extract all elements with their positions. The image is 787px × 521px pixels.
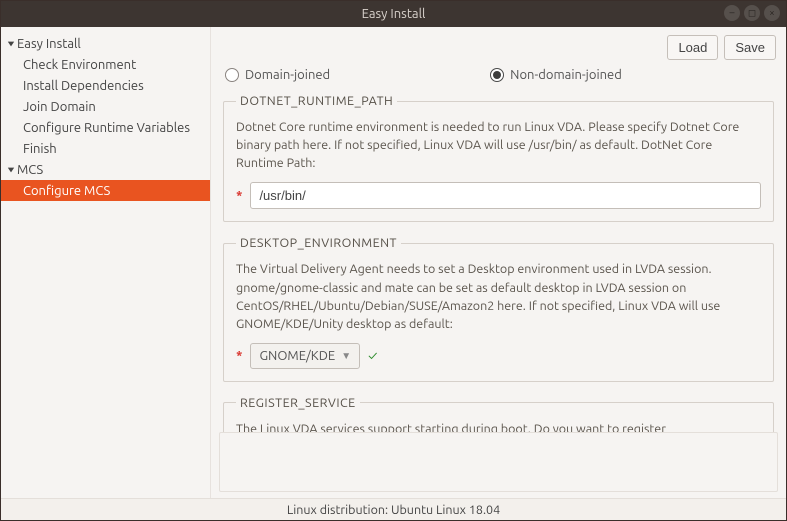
radio-unchecked-icon: [225, 68, 239, 82]
close-icon[interactable]: ×: [764, 5, 780, 21]
group-register-service: REGISTER_SERVICE The Linux VDA services …: [223, 396, 774, 432]
group-dotnet-runtime-path: DOTNET_RUNTIME_PATH Dotnet Core runtime …: [223, 94, 774, 222]
titlebar: Easy Install – ◻ ×: [1, 1, 786, 27]
group-legend: DOTNET_RUNTIME_PATH: [236, 94, 397, 108]
field-row: *: [236, 182, 761, 209]
maximize-icon[interactable]: ◻: [744, 5, 760, 21]
window-controls: – ◻ ×: [724, 5, 780, 21]
sidebar-group-label: MCS: [17, 163, 43, 177]
bottom-panel: [219, 432, 778, 492]
field-row: * GNOME/KDE ▼ ✓: [236, 343, 761, 369]
sidebar-group-mcs[interactable]: MCS: [1, 159, 210, 180]
group-desktop-environment: DESKTOP_ENVIRONMENT The Virtual Delivery…: [223, 236, 774, 382]
sidebar-item-label: Join Domain: [23, 100, 96, 114]
sidebar-item-label: Finish: [23, 142, 57, 156]
minimize-icon[interactable]: –: [724, 5, 740, 21]
toolbar: Load Save: [211, 27, 786, 64]
desktop-environment-dropdown[interactable]: GNOME/KDE ▼: [250, 343, 360, 369]
caret-down-icon: [7, 166, 17, 174]
group-description: The Virtual Delivery Agent needs to set …: [236, 260, 761, 333]
group-description: The Linux VDA services support starting …: [236, 420, 761, 432]
sidebar-item-label: Install Dependencies: [23, 79, 144, 93]
radio-checked-icon: [490, 68, 504, 82]
save-button[interactable]: Save: [724, 35, 776, 60]
status-bar: Linux distribution: Ubuntu Linux 18.04: [1, 498, 786, 520]
settings-scroll-area[interactable]: DOTNET_RUNTIME_PATH Dotnet Core runtime …: [211, 92, 786, 432]
chevron-down-icon: ▼: [341, 350, 351, 362]
radio-label: Non-domain-joined: [510, 68, 622, 82]
group-legend: DESKTOP_ENVIRONMENT: [236, 236, 401, 250]
sidebar-item-configure-mcs[interactable]: Configure MCS: [1, 180, 210, 201]
radio-domain-joined[interactable]: Domain-joined: [225, 68, 330, 82]
load-button[interactable]: Load: [667, 35, 718, 60]
sidebar-item-install-dependencies[interactable]: Install Dependencies: [1, 75, 210, 96]
content-pane: Load Save Domain-joined Non-domain-joine…: [210, 27, 786, 498]
dropdown-value: GNOME/KDE: [259, 349, 335, 363]
sidebar-item-label: Configure MCS: [23, 184, 110, 198]
dotnet-path-input[interactable]: [250, 182, 761, 209]
required-marker: *: [236, 189, 242, 203]
sidebar-item-finish[interactable]: Finish: [1, 138, 210, 159]
window-title: Easy Install: [362, 7, 426, 21]
radio-non-domain-joined[interactable]: Non-domain-joined: [490, 68, 622, 82]
group-description: Dotnet Core runtime environment is neede…: [236, 118, 761, 172]
sidebar-item-configure-runtime-variables[interactable]: Configure Runtime Variables: [1, 117, 210, 138]
main-area: Easy Install Check Environment Install D…: [1, 27, 786, 498]
sidebar-group-label: Easy Install: [17, 37, 81, 51]
sidebar: Easy Install Check Environment Install D…: [1, 27, 210, 498]
caret-down-icon: [7, 40, 17, 48]
radio-label: Domain-joined: [245, 68, 330, 82]
sidebar-item-check-environment[interactable]: Check Environment: [1, 54, 210, 75]
status-text: Linux distribution: Ubuntu Linux 18.04: [287, 503, 500, 517]
group-legend: REGISTER_SERVICE: [236, 396, 360, 410]
sidebar-item-label: Check Environment: [23, 58, 136, 72]
sidebar-item-join-domain[interactable]: Join Domain: [1, 96, 210, 117]
required-marker: *: [236, 349, 242, 363]
sidebar-item-label: Configure Runtime Variables: [23, 121, 190, 135]
sidebar-group-easy-install[interactable]: Easy Install: [1, 33, 210, 54]
domain-mode-radio-group: Domain-joined Non-domain-joined: [211, 64, 786, 92]
checkmark-icon: ✓: [368, 349, 377, 363]
